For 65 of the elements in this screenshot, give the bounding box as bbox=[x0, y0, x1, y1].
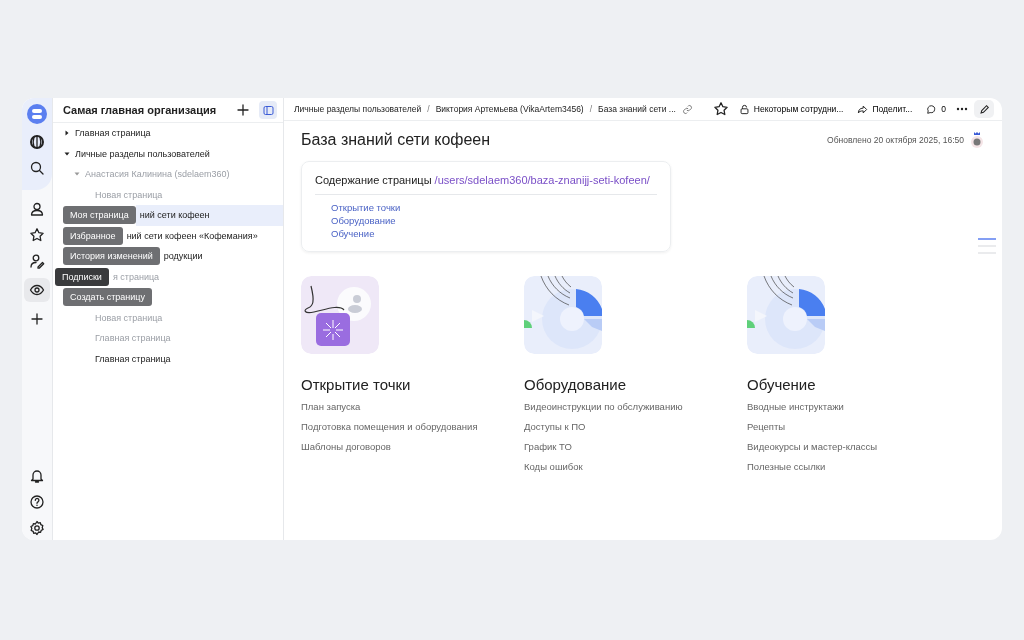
section-link[interactable]: План запуска bbox=[301, 401, 361, 412]
pencil-icon bbox=[978, 103, 990, 115]
tooltip: Подписки bbox=[55, 267, 109, 286]
logo-icon[interactable] bbox=[27, 104, 47, 124]
person-icon[interactable] bbox=[29, 201, 45, 217]
section-link[interactable]: Коды ошибок bbox=[524, 461, 583, 472]
section-link[interactable]: Полезные ссылки bbox=[747, 461, 826, 472]
share-icon bbox=[857, 103, 869, 115]
section-link[interactable]: График ТО bbox=[524, 441, 572, 452]
section-link[interactable]: Шаблоны договоров bbox=[301, 441, 391, 452]
contents-heading: Содержание страницы /users/sdelaem360/baza-znanijj-seti-kofeen/ bbox=[315, 174, 657, 195]
comments-button[interactable]: 0 bbox=[922, 103, 950, 115]
settings-icon[interactable] bbox=[29, 520, 45, 536]
avatar-icon[interactable] bbox=[970, 131, 984, 149]
section-link[interactable]: Вводные инструктажи bbox=[747, 401, 844, 412]
section-link[interactable]: Доступы к ПО bbox=[524, 421, 586, 432]
section-link[interactable]: Подготовка помещения и оборудования bbox=[301, 421, 478, 432]
help-icon[interactable] bbox=[29, 494, 45, 510]
breadcrumb-link[interactable]: База знаний сети ... bbox=[598, 104, 676, 114]
tree-item[interactable]: Главная страница bbox=[53, 348, 283, 369]
section-link[interactable]: Видеоинструкции по обслуживанию bbox=[524, 401, 683, 412]
contents-link[interactable]: Оборудование bbox=[331, 215, 396, 226]
page-title: База знаний сети кофеен bbox=[301, 131, 492, 149]
bell-icon[interactable] bbox=[29, 468, 45, 484]
rail-button[interactable] bbox=[24, 278, 50, 302]
breadcrumb-link[interactable]: Виктория Артемьева (VikaArtem3456) bbox=[435, 104, 584, 114]
contents-link[interactable]: Обучение bbox=[331, 228, 375, 239]
comment-icon bbox=[926, 103, 938, 115]
updated-date: Обновлено 20 октября 2025, 16:50 bbox=[827, 135, 964, 145]
tooltip: История изменений bbox=[63, 247, 160, 266]
star-icon[interactable] bbox=[29, 227, 45, 243]
plus-icon[interactable] bbox=[29, 311, 45, 327]
lock-icon bbox=[738, 103, 750, 115]
plus-icon[interactable] bbox=[235, 102, 251, 118]
tooltip: Создать страницу bbox=[63, 288, 152, 307]
breadcrumb-separator: / bbox=[589, 104, 593, 114]
search-icon[interactable] bbox=[29, 160, 45, 176]
organization-title: Самая главная организация bbox=[63, 104, 218, 116]
section-title: Открытие точки bbox=[301, 376, 412, 393]
edit-button[interactable] bbox=[974, 100, 994, 118]
person-edit-icon[interactable] bbox=[29, 253, 45, 269]
eye-icon[interactable] bbox=[29, 282, 45, 298]
tree-item[interactable]: ний сети кофеен «Кофемания» bbox=[122, 225, 283, 246]
outline-drawing[interactable] bbox=[978, 238, 996, 254]
globe-icon[interactable] bbox=[29, 134, 45, 150]
link-icon[interactable] bbox=[681, 103, 693, 115]
tree-item[interactable]: Личные разделы пользователей bbox=[53, 143, 283, 164]
section-title: Обучение bbox=[747, 376, 817, 393]
sidebar-toggle-button[interactable] bbox=[259, 101, 277, 119]
caret-right-icon[interactable] bbox=[63, 129, 71, 138]
star-icon[interactable] bbox=[712, 101, 729, 117]
panel-icon bbox=[262, 104, 274, 116]
tooltip: Избранное bbox=[63, 226, 123, 245]
tooltip: Моя страница bbox=[63, 206, 136, 225]
share-button[interactable]: Поделит... bbox=[853, 103, 917, 115]
selected-tree-item[interactable]: ний сети кофеен bbox=[135, 205, 283, 226]
tree-item[interactable]: родукции bbox=[159, 246, 283, 267]
section-link[interactable]: Видеокурсы и мастер-классы bbox=[747, 441, 878, 452]
access-button[interactable]: Некоторым сотрудни... bbox=[734, 103, 848, 115]
tree-item[interactable]: Главная страница bbox=[53, 123, 283, 144]
section-title: Оборудование bbox=[524, 376, 628, 393]
breadcrumb-separator: / bbox=[427, 104, 430, 114]
section-link[interactable]: Рецепты bbox=[747, 421, 786, 432]
breadcrumb-link[interactable]: Личные разделы пользователей bbox=[294, 104, 422, 114]
contents-link[interactable]: Открытие точки bbox=[331, 202, 401, 213]
